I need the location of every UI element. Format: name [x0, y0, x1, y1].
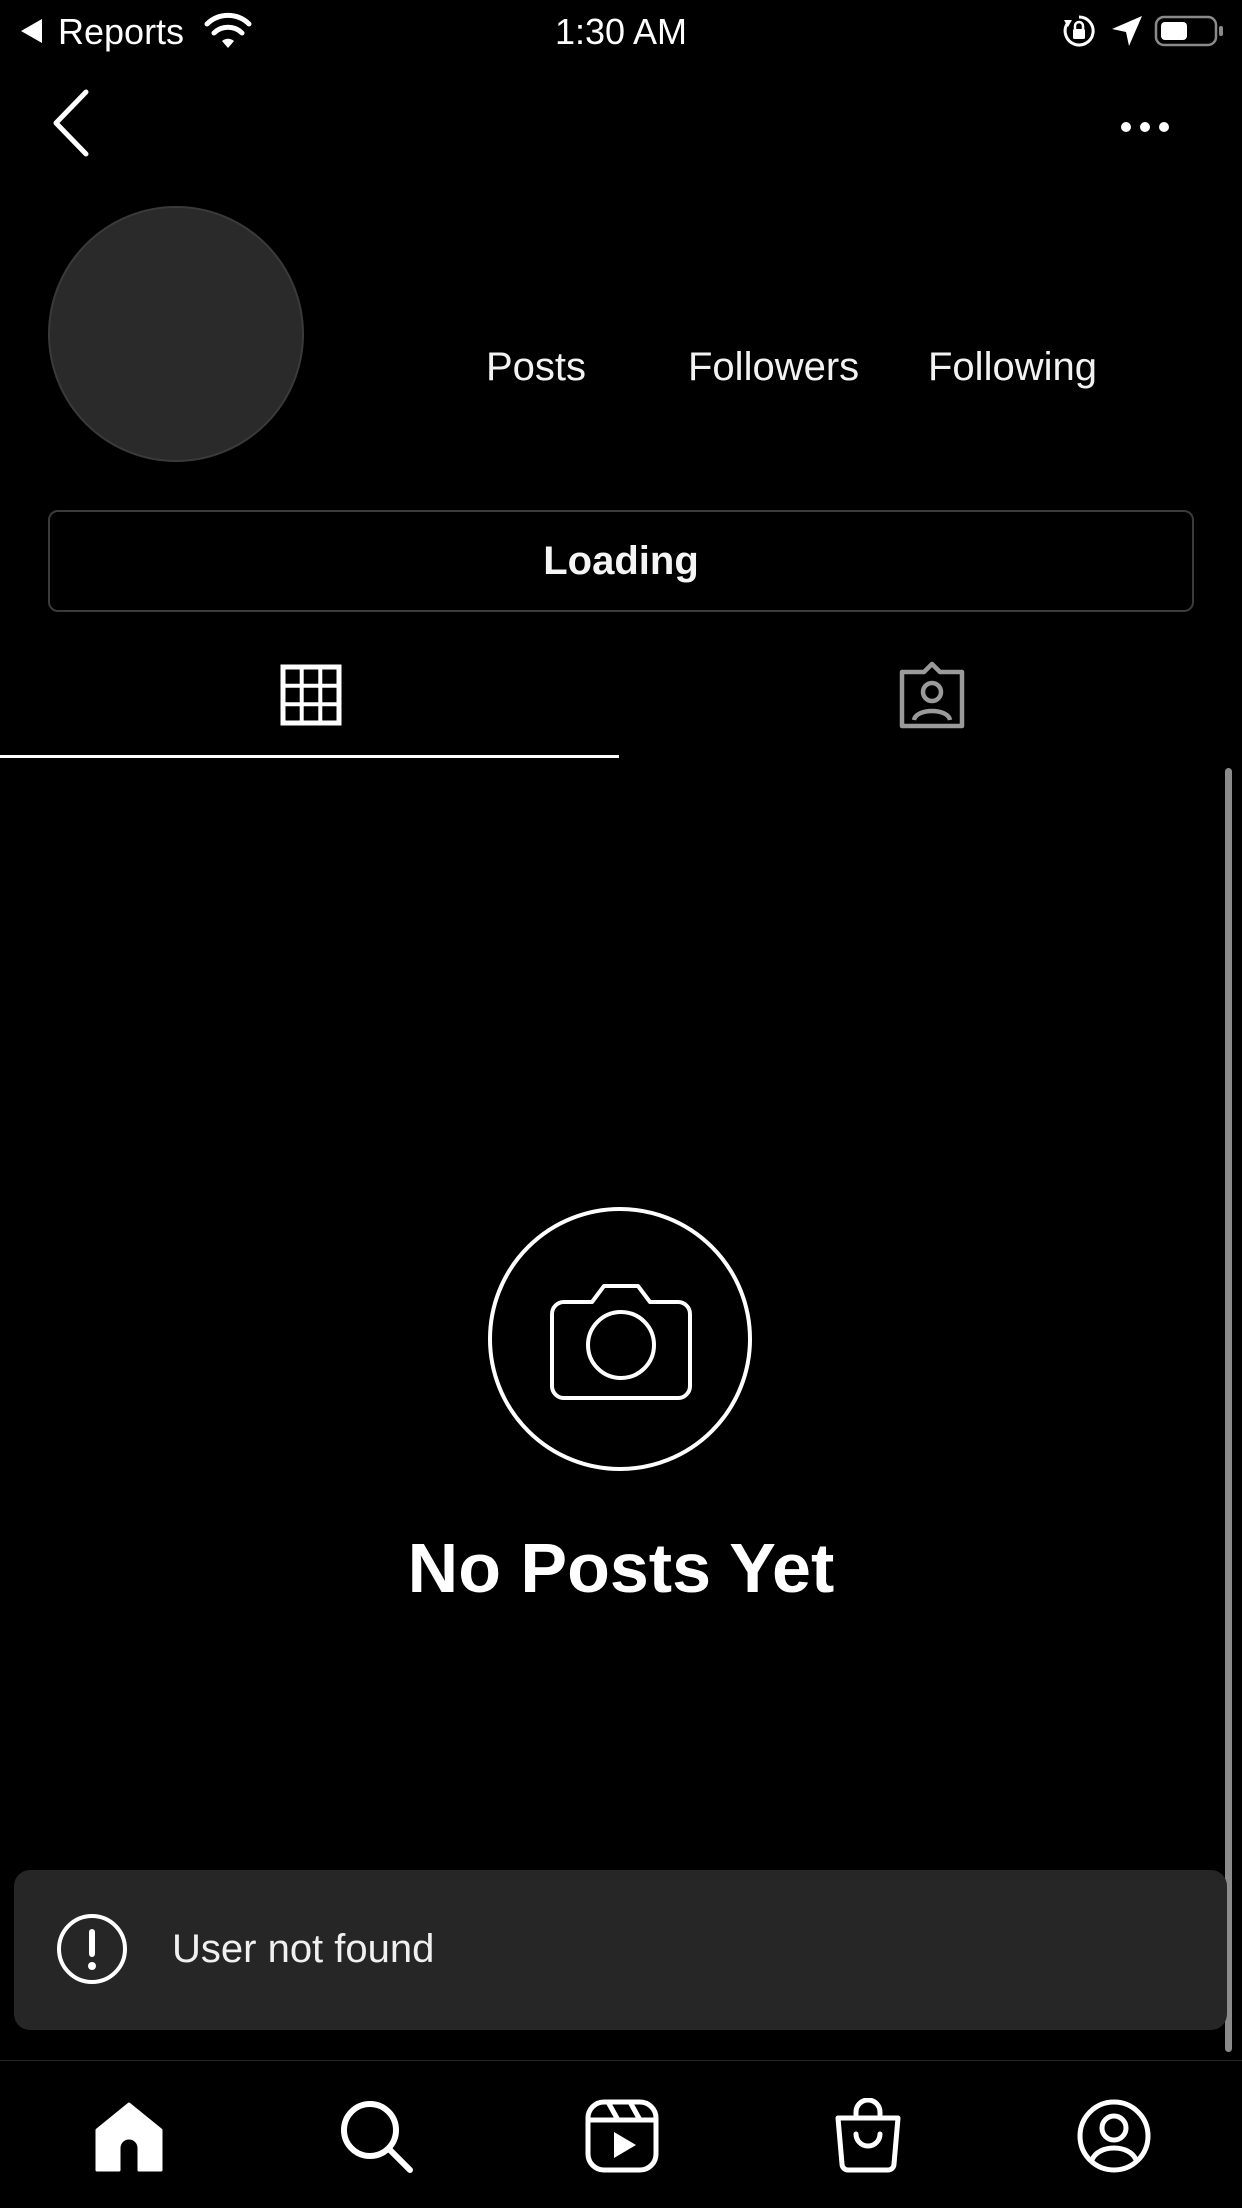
- shopping-bag-icon: [835, 2097, 901, 2173]
- more-options-button[interactable]: [1120, 116, 1170, 138]
- profile-icon: [1077, 2099, 1151, 2173]
- search-icon: [341, 2101, 413, 2173]
- search-tab[interactable]: [338, 2098, 414, 2174]
- chevron-left-icon: [53, 89, 89, 157]
- tab-tagged[interactable]: [896, 660, 968, 730]
- exclamation-circle-icon: [56, 1913, 128, 1985]
- followers-stat[interactable]: Followers: [688, 342, 859, 392]
- loading-button-label: Loading: [543, 538, 699, 583]
- shop-tab[interactable]: [830, 2097, 906, 2174]
- posts-stat[interactable]: Posts: [486, 342, 586, 392]
- home-icon: [95, 2102, 163, 2172]
- tab-grid[interactable]: [280, 664, 342, 726]
- avatar[interactable]: [48, 206, 304, 462]
- loading-button[interactable]: Loading: [48, 510, 1194, 612]
- grid-icon: [280, 664, 342, 726]
- camera-icon: [548, 1272, 694, 1404]
- reels-icon: [585, 2099, 659, 2173]
- toast-message: User not found: [172, 1927, 435, 1971]
- tagged-person-icon: [899, 661, 965, 729]
- location-arrow-icon: [1110, 14, 1144, 48]
- following-stat[interactable]: Following: [928, 342, 1097, 392]
- bottom-nav-divider: [0, 2060, 1242, 2061]
- battery-icon: [1154, 14, 1226, 48]
- status-time: 1:30 AM: [554, 11, 688, 52]
- active-tab-indicator: [0, 755, 619, 758]
- reels-tab[interactable]: [584, 2098, 660, 2174]
- back-button[interactable]: [50, 88, 94, 158]
- profile-tab[interactable]: [1076, 2098, 1152, 2174]
- home-tab[interactable]: [91, 2098, 167, 2174]
- scrollbar[interactable]: [1225, 768, 1232, 2052]
- orientation-lock-icon: [1062, 14, 1096, 48]
- empty-state-title: No Posts Yet: [407, 1529, 835, 1607]
- ellipsis-icon: [1121, 122, 1169, 132]
